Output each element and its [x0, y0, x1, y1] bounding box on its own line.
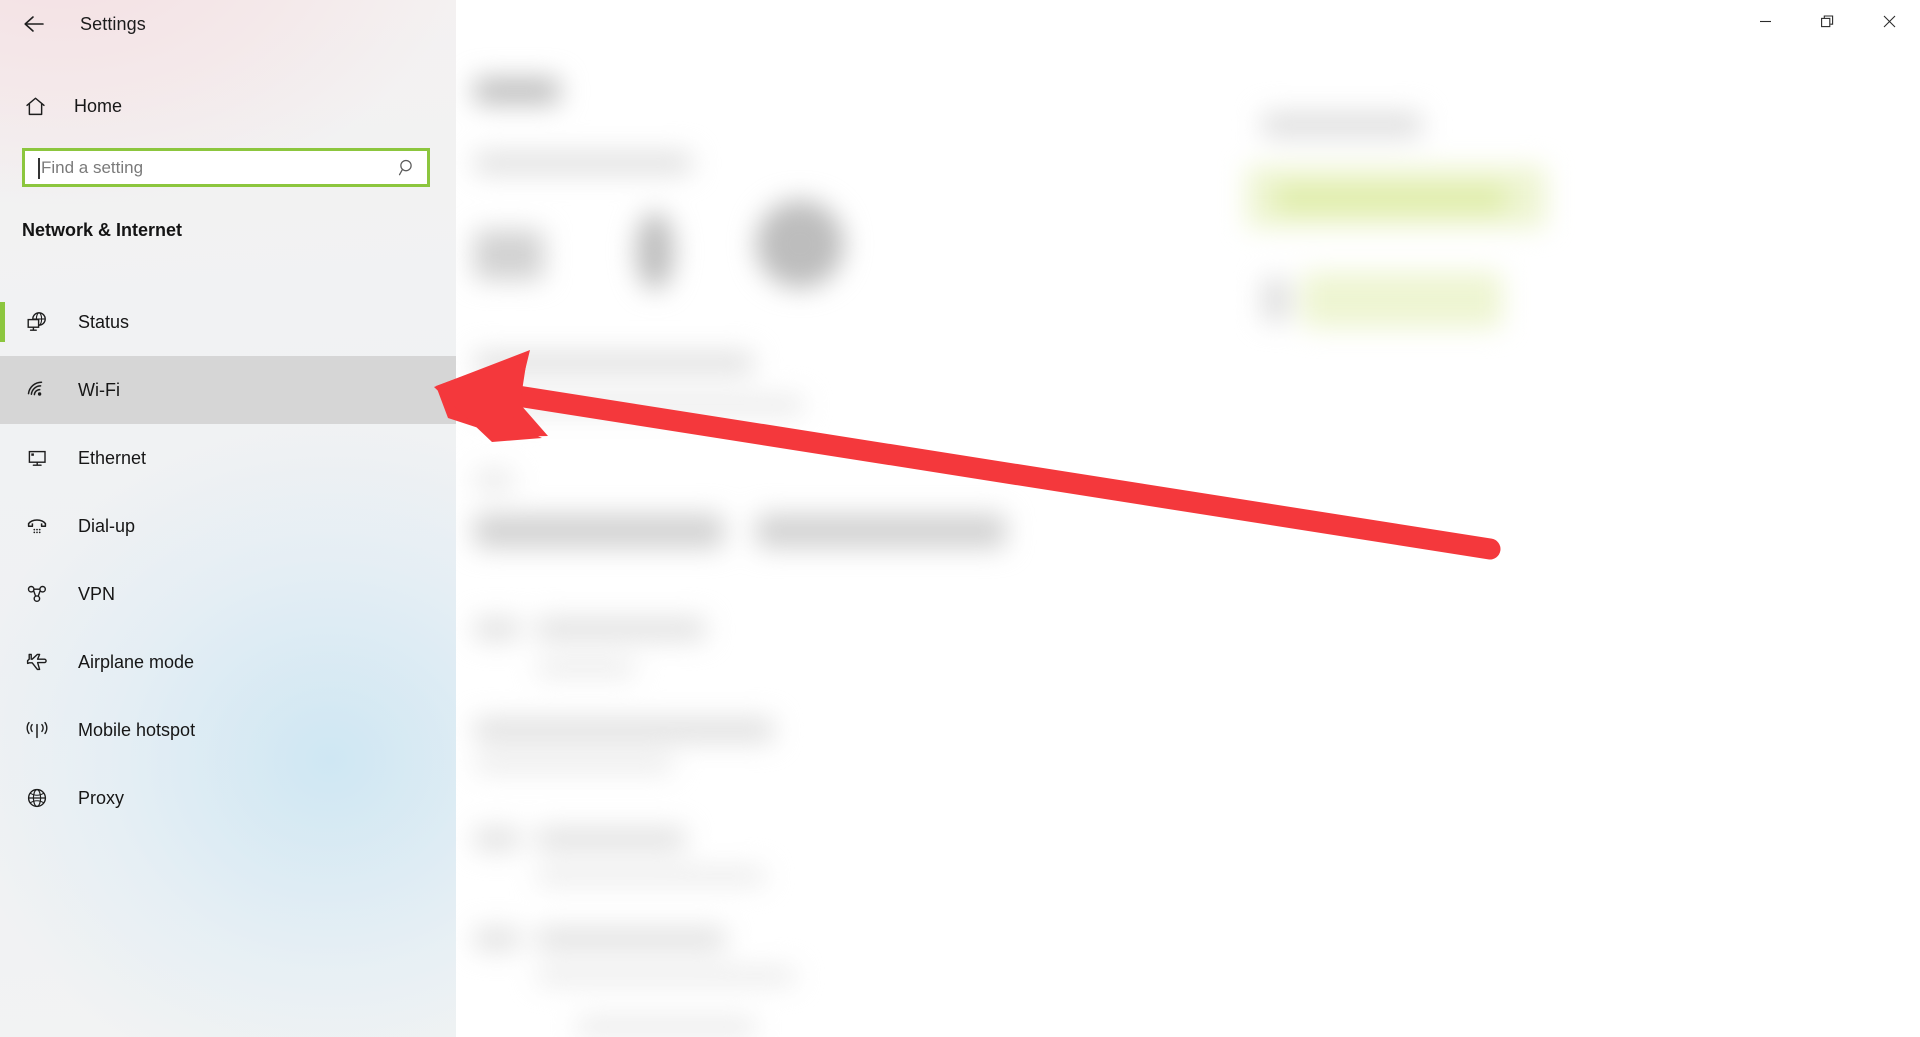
back-arrow-icon[interactable] [12, 5, 58, 43]
app-title: Settings [80, 13, 146, 34]
sidebar-item-wifi[interactable]: Wi-Fi [0, 356, 456, 424]
hotspot-icon [22, 718, 52, 742]
sidebar-item-label: Airplane mode [78, 651, 195, 672]
restore-button[interactable] [1796, 0, 1858, 42]
sidebar-item-label: Proxy [78, 787, 125, 808]
search-input[interactable] [25, 157, 387, 178]
wifi-icon [22, 378, 52, 402]
globe-monitor-icon [22, 310, 52, 334]
close-button[interactable] [1858, 0, 1920, 42]
ethernet-icon [22, 446, 52, 470]
sidebar-item-label: Ethernet [78, 447, 147, 468]
sidebar-item-ethernet[interactable]: Ethernet [0, 424, 456, 492]
sidebar-item-label: Mobile hotspot [78, 719, 196, 740]
category-title: Network & Internet [22, 220, 183, 240]
sidebar: Settings Home Network & Internet [0, 0, 456, 1037]
home-icon [18, 95, 52, 118]
sidebar-nav: Status Wi-Fi Ethernet Dial-up VPN Airpla… [0, 288, 456, 832]
blurred-content-layer [456, 0, 1920, 1037]
dialup-phone-icon [22, 514, 52, 538]
settings-window: Settings Home Network & Internet [0, 0, 1920, 1037]
airplane-icon [22, 650, 52, 674]
sidebar-item-label: Status [78, 311, 130, 332]
title-bar: Settings [0, 0, 456, 48]
globe-icon [22, 786, 52, 810]
sidebar-item-dialup[interactable]: Dial-up [0, 492, 456, 560]
sidebar-item-status[interactable]: Status [0, 288, 456, 356]
sidebar-item-mobile-hotspot[interactable]: Mobile hotspot [0, 696, 456, 764]
vpn-icon [27, 585, 47, 603]
sidebar-item-airplane-mode[interactable]: Airplane mode [0, 628, 456, 696]
minimize-button[interactable] [1734, 0, 1796, 42]
home-label: Home [74, 95, 123, 116]
sidebar-item-label: VPN [78, 583, 116, 604]
content-pane [456, 0, 1920, 1037]
search-icon[interactable] [387, 158, 427, 177]
text-caret [38, 158, 40, 179]
sidebar-item-label: Dial-up [78, 515, 136, 536]
window-controls [1734, 0, 1920, 42]
sidebar-item-home[interactable]: Home [0, 78, 456, 134]
search-box[interactable] [22, 148, 430, 187]
sidebar-item-proxy[interactable]: Proxy [0, 764, 456, 832]
sidebar-item-vpn[interactable]: VPN [0, 560, 456, 628]
sidebar-item-label: Wi-Fi [78, 379, 120, 400]
